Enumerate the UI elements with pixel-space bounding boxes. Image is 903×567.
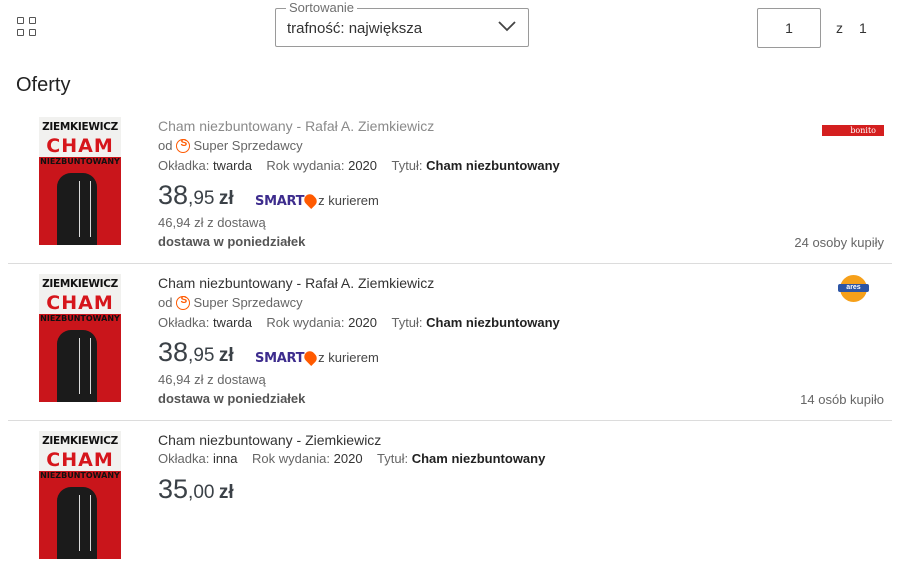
smart-logo: SMART — [255, 351, 305, 366]
param-value: 2020 — [348, 315, 378, 330]
page-number-input[interactable]: 1 — [757, 8, 821, 48]
offer-divider — [8, 263, 892, 264]
offer-title[interactable]: Cham niezbuntowany - Rafał A. Ziemkiewic… — [158, 118, 434, 134]
offer-title[interactable]: Cham niezbuntowany - Ziemkiewicz — [158, 432, 381, 448]
smart-badge: SMART z kurierem — [255, 349, 379, 366]
offer-params: Okładka: twarda Rok wydania: 2020 Tytuł:… — [158, 158, 560, 173]
price-decimal: ,95 — [188, 345, 215, 366]
page-of-label: z — [836, 20, 843, 36]
cover-title: CHAM — [46, 135, 114, 157]
sort-select[interactable]: Sortowanie trafność: największa — [275, 0, 529, 47]
price-decimal: ,00 — [188, 482, 215, 503]
bought-count: 24 osoby kupiły — [794, 235, 884, 250]
shop-logo-ares[interactable]: ares — [838, 275, 869, 302]
param-label: Okładka: — [158, 158, 210, 173]
param-label: Tytuł: — [391, 315, 423, 330]
param-label: Tytuł: — [377, 451, 409, 466]
param-value: twarda — [212, 315, 252, 330]
param-label: Tytuł: — [391, 158, 423, 173]
price-integer: 38 — [158, 337, 189, 367]
smart-text: z kurierem — [318, 350, 379, 365]
sort-label: Sortowanie — [286, 0, 358, 16]
param-value: 2020 — [333, 451, 363, 466]
param-label: Rok wydania: — [266, 315, 345, 330]
param-value: inna — [212, 451, 238, 466]
cover-title: CHAM — [46, 449, 114, 471]
offer-params: Okładka: twarda Rok wydania: 2020 Tytuł:… — [158, 315, 560, 330]
product-image[interactable]: ZIEMKIEWICZ CHAM NIEZBUNTOWANY — [39, 274, 121, 402]
page-title: Oferty — [16, 74, 71, 96]
smart-logo: SMART — [255, 194, 305, 209]
offer-title[interactable]: Cham niezbuntowany - Rafał A. Ziemkiewic… — [158, 275, 434, 291]
price-integer: 35 — [158, 474, 189, 504]
seller-info: od Super Sprzedawcy — [158, 295, 303, 310]
page-total: 1 — [859, 20, 867, 36]
offer-params: Okładka: inna Rok wydania: 2020 Tytuł: C… — [158, 451, 545, 466]
cover-author: ZIEMKIEWICZ — [42, 278, 118, 290]
delivery-date: dostawa w poniedziałek — [158, 391, 306, 406]
cover-subtitle: NIEZBUNTOWANY — [40, 157, 120, 166]
offer-price: 35,00 zł — [158, 474, 234, 505]
delivery-date: dostawa w poniedziałek — [158, 234, 306, 249]
offer-price: 38,95 zł — [158, 180, 234, 211]
toolbar: Sortowanie trafność: największa 1 z 1 — [0, 0, 903, 60]
param-value: Cham niezbuntowany — [426, 315, 560, 330]
param-label: Okładka: — [158, 451, 210, 466]
offer-divider — [8, 420, 892, 421]
seller-prefix: od — [158, 138, 173, 153]
param-label: Rok wydania: — [251, 451, 331, 466]
param-value: 2020 — [348, 158, 378, 173]
param-label: Rok wydania: — [266, 158, 345, 173]
seller-name: Super Sprzedawcy — [193, 295, 303, 310]
price-currency: zł — [218, 188, 234, 209]
smart-badge: SMART z kurierem — [255, 192, 379, 209]
seller-prefix: od — [158, 295, 173, 310]
price-decimal: ,95 — [188, 188, 215, 209]
price-with-delivery: 46,94 zł z dostawą — [158, 372, 266, 387]
bought-count: 14 osób kupiło — [800, 392, 884, 407]
price-integer: 38 — [158, 180, 189, 210]
cover-subtitle: NIEZBUNTOWANY — [40, 314, 120, 323]
price-with-delivery: 46,94 zł z dostawą — [158, 215, 266, 230]
seller-info: od Super Sprzedawcy — [158, 138, 303, 153]
chevron-down-icon — [498, 21, 516, 32]
shop-logo-text: bonito — [850, 126, 876, 135]
sort-value: trafność: największa — [287, 20, 423, 37]
shop-logo-bonito[interactable]: bonito — [822, 125, 884, 136]
smart-text: z kurierem — [318, 193, 379, 208]
super-seller-icon — [176, 138, 191, 153]
grid-view-icon[interactable] — [17, 17, 39, 39]
smart-pin-icon — [302, 349, 320, 366]
seller-name: Super Sprzedawcy — [193, 138, 303, 153]
param-value: twarda — [212, 158, 252, 173]
param-value: Cham niezbuntowany — [426, 158, 560, 173]
shop-logo-text: ares — [846, 284, 861, 291]
param-value: Cham niezbuntowany — [411, 451, 546, 466]
cover-subtitle: NIEZBUNTOWANY — [40, 471, 120, 480]
product-image[interactable]: ZIEMKIEWICZ CHAM NIEZBUNTOWANY — [39, 117, 121, 245]
smart-pin-icon — [302, 192, 320, 209]
super-seller-icon — [176, 295, 191, 310]
cover-title: CHAM — [46, 292, 114, 314]
param-label: Okładka: — [158, 315, 210, 330]
cover-author: ZIEMKIEWICZ — [42, 121, 118, 133]
price-currency: zł — [218, 345, 234, 366]
product-image[interactable]: ZIEMKIEWICZ CHAM NIEZBUNTOWANY — [39, 431, 121, 559]
cover-author: ZIEMKIEWICZ — [42, 435, 118, 447]
price-currency: zł — [218, 482, 234, 503]
offer-price: 38,95 zł — [158, 337, 234, 368]
